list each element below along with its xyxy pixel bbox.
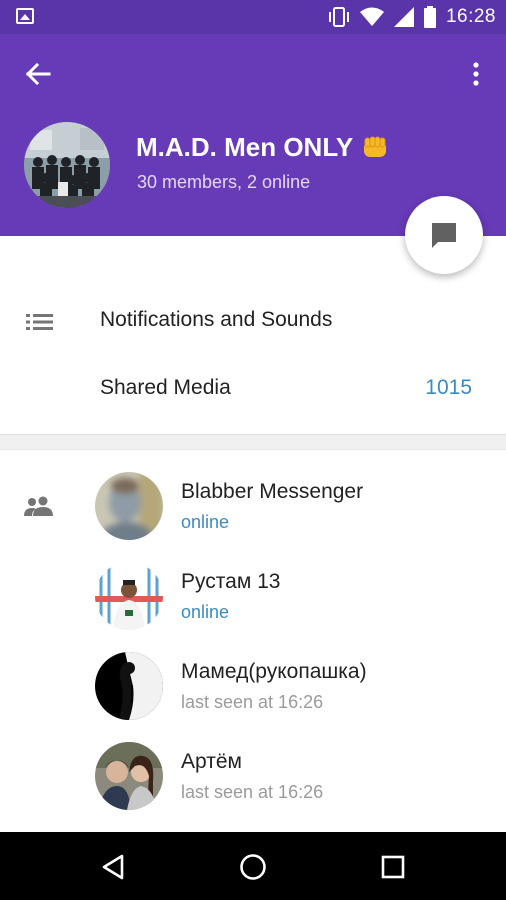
send-message-button[interactable]: [405, 196, 483, 274]
members-section: Blabber Messenger online Рустам 13 onlin…: [0, 450, 506, 832]
member-name: Blabber Messenger: [181, 480, 364, 503]
member-name: Мамед(рукопашка): [181, 660, 367, 683]
signal-icon: [393, 7, 414, 27]
more-options-button[interactable]: [464, 56, 488, 92]
nav-home-button[interactable]: [236, 850, 270, 884]
member-status: last seen at 16:26: [181, 782, 324, 802]
back-button[interactable]: [18, 56, 58, 92]
recents-square-icon: [381, 855, 405, 879]
shared-media-count: 1015: [425, 376, 472, 399]
member-avatar: [95, 652, 163, 720]
status-time: 16:28: [445, 6, 496, 27]
status-icons: 16:28: [328, 6, 496, 28]
member-name: Артём: [181, 750, 242, 773]
vibrate-icon: [328, 7, 349, 27]
member-row[interactable]: Рустам 13 online: [0, 540, 506, 630]
arrow-back-icon: [25, 63, 51, 85]
battery-icon: [423, 6, 436, 28]
group-photo: [24, 122, 110, 208]
group-avatar[interactable]: [24, 122, 110, 208]
shared-media-label: Shared Media: [100, 376, 231, 399]
fist-emoji-icon: [364, 136, 387, 157]
member-status: last seen at 16:26: [181, 692, 324, 712]
nav-recents-button[interactable]: [376, 850, 410, 884]
more-vert-icon: [473, 62, 479, 86]
notifications-label: Notifications and Sounds: [100, 308, 333, 331]
status-bar: 16:28: [0, 0, 506, 34]
chat-bubble-icon: [432, 223, 456, 248]
gallery-icon: [16, 8, 34, 24]
nav-back-button[interactable]: [96, 850, 130, 884]
notifications-row[interactable]: Notifications and Sounds: [0, 290, 506, 350]
wifi-icon: [359, 7, 384, 26]
member-row[interactable]: Blabber Messenger online: [0, 450, 506, 540]
member-avatar: [95, 742, 163, 810]
member-avatar: [95, 472, 163, 540]
list-icon: [26, 314, 53, 330]
member-status: online: [181, 602, 230, 622]
navigation-bar: [0, 832, 506, 900]
back-triangle-icon: [102, 854, 124, 880]
member-avatar: [95, 562, 163, 630]
member-status: online: [181, 512, 230, 532]
shared-media-row[interactable]: Shared Media 1015: [0, 358, 506, 418]
member-name: Рустам 13: [181, 570, 281, 593]
group-name: M.A.D. Men ONLY: [136, 132, 354, 162]
member-row[interactable]: Мамед(рукопашка) last seen at 16:26: [0, 630, 506, 720]
group-subtitle: 30 members, 2 online: [137, 172, 311, 192]
section-divider: [0, 434, 506, 450]
group-title: M.A.D. Men ONLY: [136, 132, 389, 163]
home-circle-icon: [240, 854, 266, 880]
member-row[interactable]: Артём last seen at 16:26: [0, 720, 506, 810]
